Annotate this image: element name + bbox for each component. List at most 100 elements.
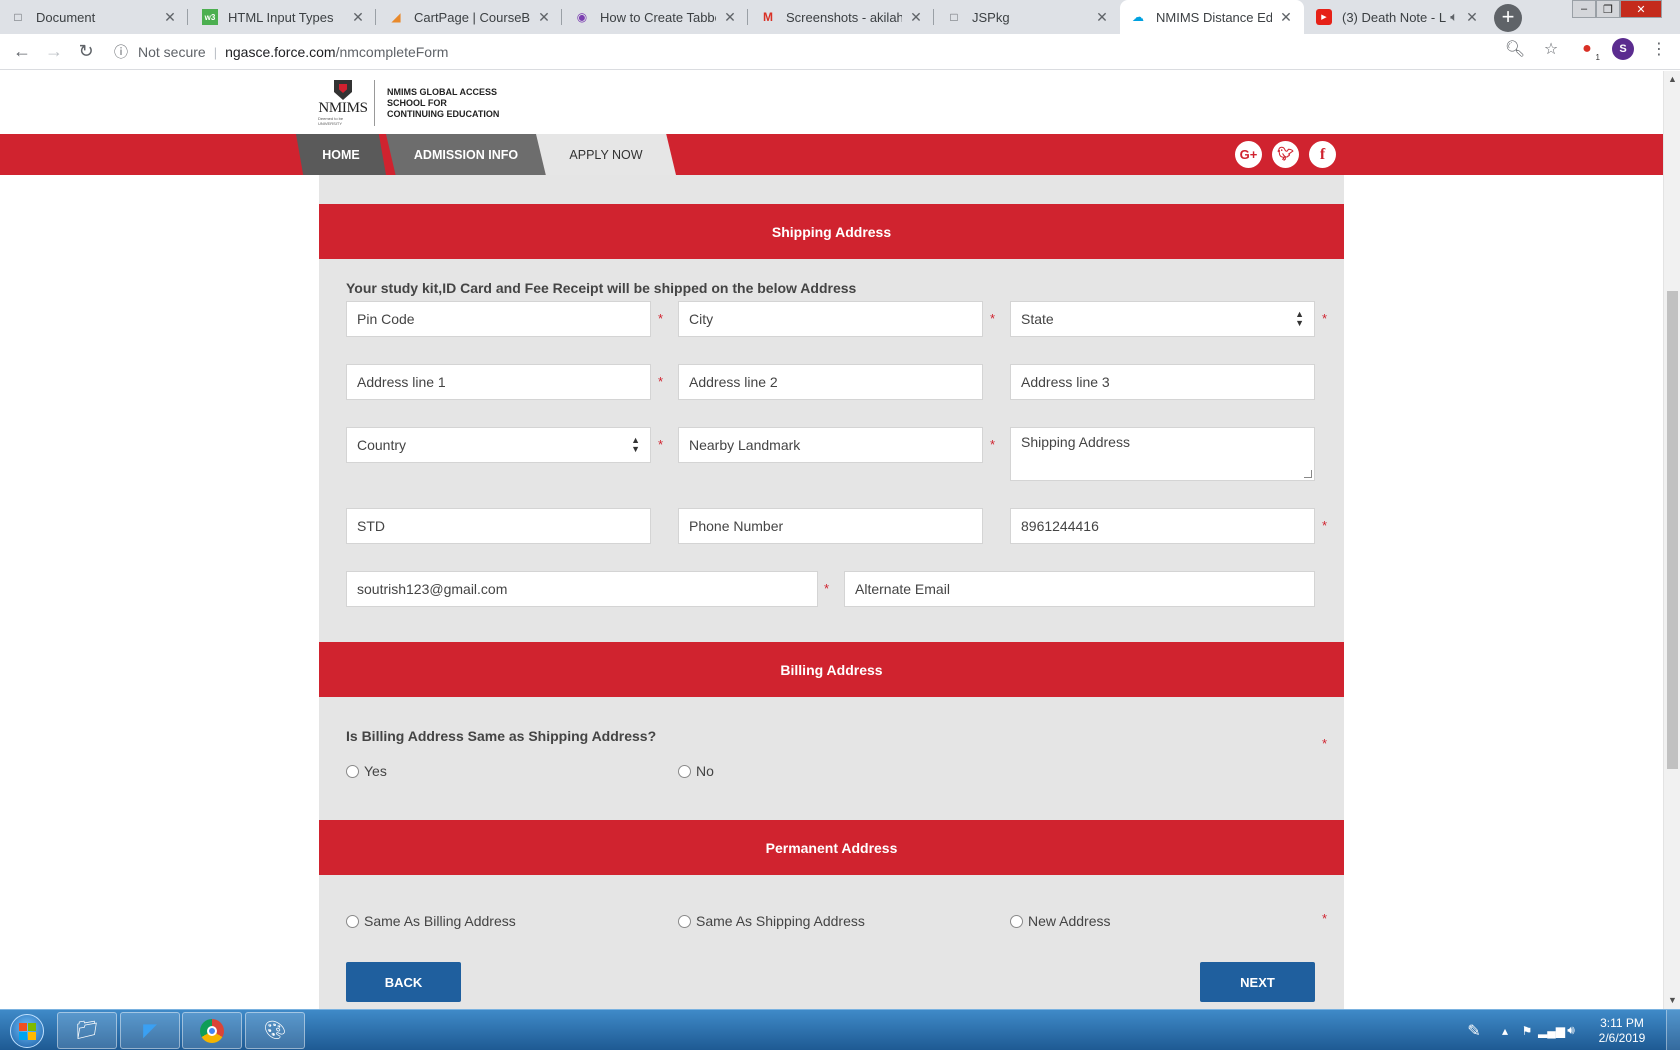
required-mark: *: [658, 374, 664, 389]
doc-icon: □: [950, 10, 958, 24]
youtube-icon: ▶: [1316, 9, 1332, 25]
alternate-email-input[interactable]: Alternate Email: [844, 571, 1315, 607]
windows-logo-icon: [10, 1014, 44, 1048]
tab-nmims[interactable]: ☁ NMIMS Distance Educ ✕: [1120, 0, 1304, 34]
menu-kebab-icon[interactable]: ⋮: [1648, 38, 1670, 60]
window-close-button[interactable]: ✕: [1620, 0, 1662, 18]
scroll-down-icon[interactable]: ▼: [1664, 992, 1680, 1009]
chrome-icon[interactable]: [182, 1012, 242, 1049]
address-line-1-input[interactable]: Address line 1: [346, 364, 651, 400]
std-input[interactable]: STD: [346, 508, 651, 544]
info-icon[interactable]: ⓘ: [110, 42, 132, 62]
twitter-icon[interactable]: 🐦︎: [1272, 141, 1299, 168]
city-input[interactable]: City: [678, 301, 983, 337]
close-icon[interactable]: ✕: [1464, 9, 1480, 26]
address-bar[interactable]: ⓘ Not secure | ngasce.force.com/nmcomple…: [110, 37, 1540, 67]
volume-icon[interactable]: 🔊︎: [1560, 1023, 1582, 1038]
network-icon[interactable]: ▂▄▆: [1538, 1024, 1565, 1038]
pin-code-input[interactable]: Pin Code: [346, 301, 651, 337]
address-line-3-input[interactable]: Address line 3: [1010, 364, 1315, 400]
facebook-icon[interactable]: f: [1309, 141, 1336, 168]
gmail-icon: M: [763, 10, 773, 24]
show-desktop-button[interactable]: [1666, 1010, 1680, 1050]
pen-icon[interactable]: ✎: [1454, 1021, 1494, 1041]
required-mark: *: [658, 437, 664, 452]
browser-toolbar: ← → ↻ ⓘ Not secure | ngasce.force.com/nm…: [0, 34, 1680, 70]
billing-no-radio[interactable]: No: [678, 763, 714, 779]
tab-tabbed[interactable]: ◉ How to Create Tabbed ✕: [564, 0, 748, 34]
url-path: /nmcompleteForm: [335, 44, 449, 60]
required-mark: *: [824, 581, 830, 596]
required-mark: *: [1322, 911, 1328, 926]
shipping-address-textarea[interactable]: Shipping Address: [1010, 427, 1315, 481]
file-explorer-icon[interactable]: 📁︎: [57, 1012, 117, 1049]
nav-admission-info[interactable]: ADMISSION INFO: [386, 134, 546, 175]
page-scrollbar[interactable]: ▲ ▼: [1663, 71, 1680, 1009]
google-plus-icon[interactable]: G+: [1235, 141, 1262, 168]
address-line-2-input[interactable]: Address line 2: [678, 364, 983, 400]
email-input[interactable]: soutrish123@gmail.com: [346, 571, 818, 607]
tab-gmail[interactable]: M Screenshots - akilahm ✕: [750, 0, 934, 34]
mobile-input[interactable]: 8961244416: [1010, 508, 1315, 544]
resize-handle-icon[interactable]: [1304, 470, 1312, 478]
window-controls: – ❐ ✕: [1572, 0, 1662, 18]
bookmark-star-icon[interactable]: ☆: [1540, 38, 1562, 60]
maximize-button[interactable]: ❐: [1596, 0, 1620, 18]
required-mark: *: [658, 311, 664, 326]
action-center-icon[interactable]: ⚑: [1516, 1024, 1538, 1038]
same-as-billing-radio[interactable]: Same As Billing Address: [346, 913, 516, 929]
tab-youtube[interactable]: ▶ (3) Death Note - L 🔈︎ ✕: [1306, 0, 1490, 34]
same-as-shipping-radio[interactable]: Same As Shipping Address: [678, 913, 865, 929]
page-viewport: NMIMS Deemed to be UNIVERSITY NMIMS GLOB…: [0, 71, 1663, 1009]
scroll-up-icon[interactable]: ▲: [1664, 71, 1680, 88]
security-label: Not secure: [138, 44, 206, 60]
tab-document[interactable]: □ Document ✕: [0, 0, 188, 34]
minimize-button[interactable]: –: [1572, 0, 1596, 18]
permanent-heading: Permanent Address: [319, 820, 1344, 875]
browser-tab-strip: □ Document ✕ w3 HTML Input Types ✕ ◢ Car…: [0, 0, 1680, 34]
select-arrows-icon: ▲ ▼: [631, 435, 640, 454]
back-arrow-icon[interactable]: ←: [6, 36, 38, 68]
site-logo[interactable]: NMIMS Deemed to be UNIVERSITY NMIMS GLOB…: [318, 77, 499, 129]
billing-yes-radio[interactable]: Yes: [346, 763, 387, 779]
nav-apply-now[interactable]: APPLY NOW: [536, 134, 676, 175]
close-icon[interactable]: ✕: [1094, 9, 1110, 26]
next-button[interactable]: NEXT: [1200, 962, 1315, 1002]
close-icon[interactable]: ✕: [350, 9, 366, 26]
clock[interactable]: 3:11 PM 2/6/2019: [1582, 1016, 1662, 1046]
close-icon[interactable]: ✕: [162, 9, 178, 26]
new-address-radio[interactable]: New Address: [1010, 913, 1110, 929]
close-icon[interactable]: ✕: [908, 9, 924, 26]
select-arrows-icon: ▲ ▼: [1295, 309, 1304, 328]
vscode-icon[interactable]: ◤: [120, 1012, 180, 1049]
nearby-landmark-input[interactable]: Nearby Landmark: [678, 427, 983, 463]
scroll-thumb[interactable]: [1667, 291, 1678, 769]
country-select[interactable]: Country ▲ ▼: [346, 427, 651, 463]
doc-icon: □: [14, 10, 22, 24]
nav-home[interactable]: HOME: [296, 134, 386, 175]
tab-jspkg[interactable]: □ JSPkg ✕: [936, 0, 1120, 34]
back-button[interactable]: BACK: [346, 962, 461, 1002]
reload-icon[interactable]: ↻: [70, 36, 102, 68]
start-button[interactable]: [4, 1011, 50, 1050]
required-mark: *: [990, 437, 996, 452]
tab-html-input-types[interactable]: w3 HTML Input Types ✕: [192, 0, 376, 34]
speaker-icon[interactable]: 🔈︎: [1450, 9, 1458, 25]
extension-icon[interactable]: ● 1: [1576, 38, 1600, 62]
close-icon[interactable]: ✕: [722, 9, 738, 26]
close-icon[interactable]: ✕: [536, 9, 552, 26]
tab-cartpage[interactable]: ◢ CartPage | CourseBrot ✕: [378, 0, 562, 34]
new-tab-button[interactable]: +: [1494, 4, 1522, 32]
phone-number-input[interactable]: Phone Number: [678, 508, 983, 544]
state-select[interactable]: State ▲ ▼: [1010, 301, 1315, 337]
tray-expand-icon[interactable]: ▴: [1494, 1024, 1516, 1038]
shield-icon: [334, 80, 352, 100]
zoom-icon[interactable]: 🔍︎: [1504, 38, 1526, 60]
billing-question: Is Billing Address Same as Shipping Addr…: [346, 728, 657, 744]
paint-icon[interactable]: 🎨︎: [245, 1012, 305, 1049]
cart-icon: ◢: [391, 10, 401, 24]
shipping-heading: Shipping Address: [319, 204, 1344, 259]
close-icon[interactable]: ✕: [1278, 9, 1294, 26]
forward-arrow-icon[interactable]: →: [38, 36, 70, 68]
profile-avatar[interactable]: S: [1612, 38, 1634, 60]
